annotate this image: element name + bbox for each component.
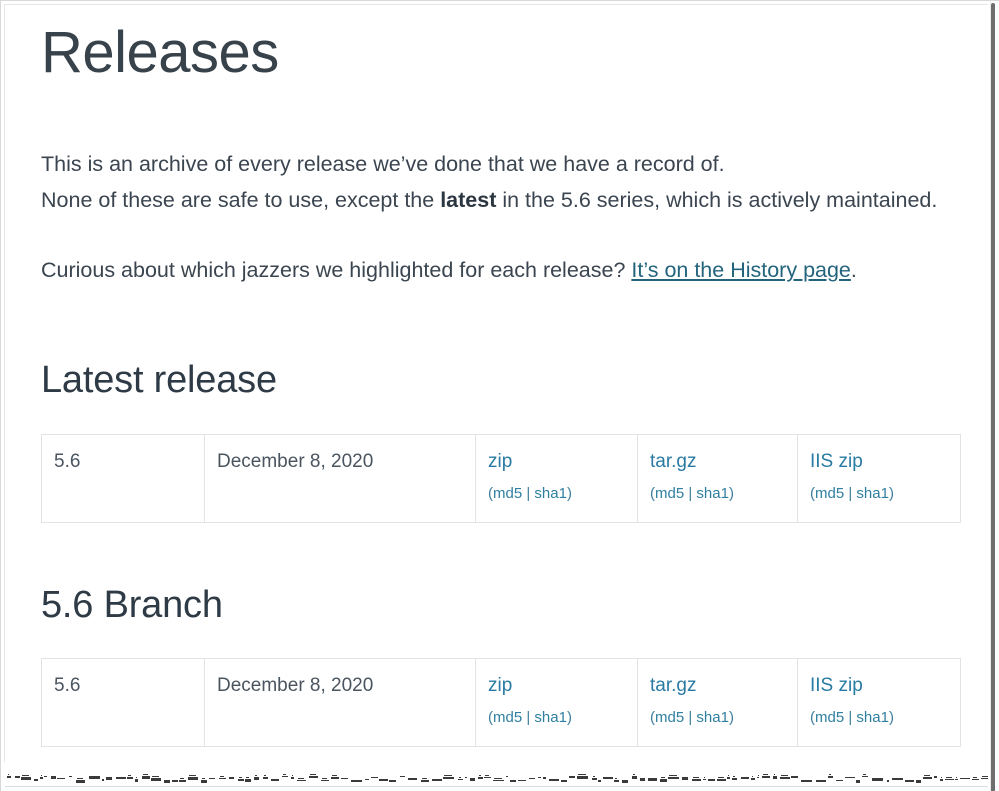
- intro-latest-emphasis: latest: [440, 187, 497, 212]
- iiszip-md5-link[interactable]: md5: [815, 485, 844, 502]
- intro-paragraph: This is an archive of every release we’v…: [41, 146, 951, 218]
- zip-sha1-link[interactable]: sha1: [534, 709, 567, 726]
- cell-zip: zip (md5 | sha1): [475, 433, 638, 523]
- page-content: Releases This is an archive of every rel…: [1, 1, 967, 748]
- scrollbar-thumb[interactable]: [991, 3, 995, 791]
- targz-md5-link[interactable]: md5: [655, 485, 684, 502]
- page-title: Releases: [41, 20, 279, 85]
- cell-zip: zip (md5 | sha1): [475, 658, 638, 748]
- iiszip-download-link[interactable]: IIS zip: [810, 449, 948, 475]
- date-text: December 8, 2020: [217, 450, 374, 472]
- zip-hash-line: (md5 | sha1): [488, 484, 625, 504]
- hash-separator: |: [844, 709, 857, 727]
- close-paren: ): [888, 484, 894, 502]
- targz-hash-line: (md5 | sha1): [650, 484, 785, 504]
- close-paren: ): [566, 709, 572, 727]
- version-text: 5.6: [54, 675, 81, 697]
- close-paren: ): [728, 484, 734, 502]
- page-frame: Releases This is an archive of every rel…: [0, 0, 999, 791]
- hash-separator: |: [684, 709, 697, 727]
- cell-version: 5.6: [41, 658, 205, 748]
- iiszip-sha1-link[interactable]: sha1: [856, 485, 889, 502]
- targz-sha1-link[interactable]: sha1: [696, 485, 729, 502]
- close-paren: ): [566, 484, 572, 502]
- cell-iiszip: IIS zip (md5 | sha1): [797, 433, 961, 523]
- targz-hash-line: (md5 | sha1): [650, 708, 785, 728]
- intro-line-1: This is an archive of every release we’v…: [41, 151, 725, 176]
- cell-targz: tar.gz (md5 | sha1): [637, 658, 798, 748]
- latest-release-table: 5.6 December 8, 2020 zip (md5 | sha1) ta…: [41, 433, 961, 523]
- torn-bottom-edge: [1, 762, 999, 791]
- curious-text-suffix: .: [850, 257, 857, 282]
- targz-download-link[interactable]: tar.gz: [650, 673, 785, 699]
- hash-separator: |: [684, 484, 697, 502]
- close-paren: ): [728, 709, 734, 727]
- scrollbar[interactable]: [988, 1, 999, 791]
- iiszip-hash-line: (md5 | sha1): [810, 708, 948, 728]
- iiszip-sha1-link[interactable]: sha1: [856, 709, 889, 726]
- history-page-link[interactable]: It’s on the History page: [631, 258, 851, 282]
- zip-hash-line: (md5 | sha1): [488, 708, 625, 728]
- targz-md5-link[interactable]: md5: [655, 709, 684, 726]
- cell-version: 5.6: [41, 433, 205, 523]
- curious-text-prefix: Curious about which jazzers we highlight…: [41, 257, 632, 282]
- close-paren: ): [888, 709, 894, 727]
- cell-date: December 8, 2020: [204, 658, 476, 748]
- zip-md5-link[interactable]: md5: [493, 485, 522, 502]
- date-text: December 8, 2020: [217, 675, 374, 697]
- table-row: 5.6 December 8, 2020 zip (md5 | sha1) ta…: [41, 658, 961, 748]
- hash-separator: |: [844, 484, 857, 502]
- curious-paragraph: Curious about which jazzers we highlight…: [41, 252, 951, 288]
- table-row: 5.6 December 8, 2020 zip (md5 | sha1) ta…: [41, 433, 961, 523]
- zip-md5-link[interactable]: md5: [493, 709, 522, 726]
- intro-line-2-suffix: in the 5.6 series, which is actively mai…: [496, 187, 938, 212]
- hash-separator: |: [522, 484, 535, 502]
- iiszip-download-link[interactable]: IIS zip: [810, 673, 948, 699]
- version-text: 5.6: [54, 450, 81, 472]
- cell-targz: tar.gz (md5 | sha1): [637, 433, 798, 523]
- branch-heading: 5.6 Branch: [41, 583, 223, 626]
- zip-sha1-link[interactable]: sha1: [534, 485, 567, 502]
- hash-separator: |: [522, 709, 535, 727]
- zip-download-link[interactable]: zip: [488, 449, 625, 475]
- targz-sha1-link[interactable]: sha1: [696, 709, 729, 726]
- latest-release-heading: Latest release: [41, 358, 277, 401]
- iiszip-hash-line: (md5 | sha1): [810, 484, 948, 504]
- zip-download-link[interactable]: zip: [488, 673, 625, 699]
- targz-download-link[interactable]: tar.gz: [650, 449, 785, 475]
- cell-iiszip: IIS zip (md5 | sha1): [797, 658, 961, 748]
- branch-release-table: 5.6 December 8, 2020 zip (md5 | sha1) ta…: [41, 658, 961, 748]
- intro-line-2-prefix: None of these are safe to use, except th…: [41, 187, 441, 212]
- cell-date: December 8, 2020: [204, 433, 476, 523]
- iiszip-md5-link[interactable]: md5: [815, 709, 844, 726]
